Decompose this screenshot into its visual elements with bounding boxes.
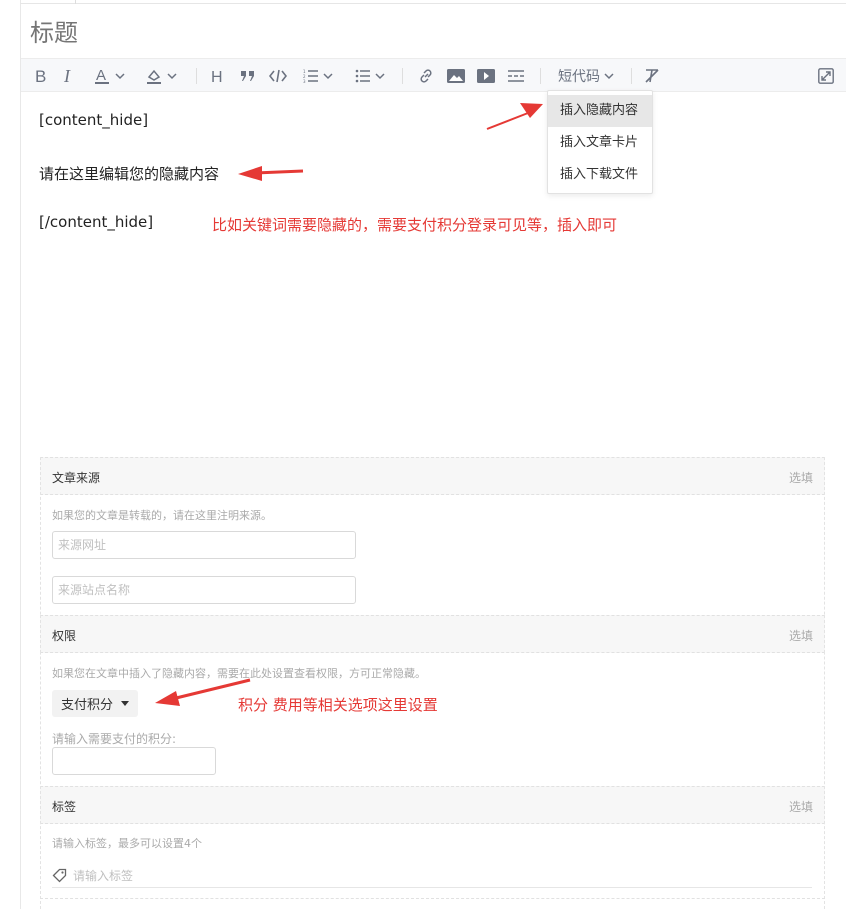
- svg-text:I: I: [63, 68, 71, 84]
- shortcode-dropdown-menu: 插入隐藏内容 插入文章卡片 插入下载文件: [547, 90, 653, 194]
- svg-text:H: H: [211, 69, 223, 84]
- video-icon[interactable]: [475, 65, 497, 87]
- source-site-name-input[interactable]: [52, 576, 356, 604]
- top-strip: [20, 0, 846, 4]
- points-input[interactable]: [52, 747, 216, 775]
- shortcode-dropdown-button[interactable]: 短代码: [553, 65, 619, 87]
- permission-section-header: 权限 选填: [40, 615, 825, 653]
- caret-down-icon: [121, 701, 130, 706]
- tags-section-header: 标签 选填: [40, 786, 825, 824]
- editor-content[interactable]: [content_hide] 请在这里编辑您的隐藏内容 [/content_hi…: [21, 93, 846, 453]
- permission-section-title: 权限: [52, 629, 77, 643]
- toolbar-divider: [402, 68, 403, 84]
- chevron-down-icon: [604, 73, 614, 80]
- ordered-list-icon[interactable]: 123: [297, 65, 339, 87]
- editor-toolbar: B I A H 123 短代码: [21, 58, 846, 92]
- tag-input[interactable]: [73, 868, 373, 883]
- tags-section-bottom-divider: [40, 898, 825, 899]
- shortcode-label: 短代码: [558, 69, 600, 85]
- tags-hint: 请输入标签，最多可以设置4个: [52, 837, 202, 850]
- font-color-icon[interactable]: A: [89, 65, 129, 87]
- top-strip-tick: [75, 0, 76, 4]
- italic-icon[interactable]: I: [59, 65, 79, 87]
- dropdown-item-insert-card[interactable]: 插入文章卡片: [548, 127, 652, 159]
- annotation-note-shortcode: 比如关键词需要隐藏的，需要支付积分登录可见等，插入即可: [212, 216, 618, 234]
- tags-optional-label: 选填: [788, 800, 813, 814]
- points-label: 请输入需要支付的积分:: [52, 732, 177, 746]
- fullscreen-icon[interactable]: [815, 65, 837, 87]
- code-icon[interactable]: [267, 65, 289, 87]
- toolbar-divider: [631, 68, 632, 84]
- source-section-header: 文章来源 选填: [40, 457, 825, 495]
- bullet-list-icon[interactable]: [349, 65, 391, 87]
- quote-icon[interactable]: [237, 65, 259, 87]
- svg-text:3: 3: [303, 79, 306, 83]
- permission-select[interactable]: 支付积分: [52, 690, 138, 717]
- permission-optional-label: 选填: [788, 629, 813, 643]
- dropdown-item-insert-download[interactable]: 插入下载文件: [548, 159, 652, 191]
- source-url-input[interactable]: [52, 531, 356, 559]
- permission-hint: 如果您在文章中插入了隐藏内容，需要在此处设置查看权限，方可正常隐藏。: [52, 667, 426, 680]
- toolbar-divider: [540, 68, 541, 84]
- clear-format-icon[interactable]: [641, 65, 663, 87]
- source-hint: 如果您的文章是转载的，请在这里注明来源。: [52, 509, 272, 522]
- chevron-down-icon: [167, 73, 177, 80]
- bold-icon[interactable]: B: [31, 65, 51, 87]
- editor-line-hidden-content[interactable]: 请在这里编辑您的隐藏内容: [39, 163, 219, 184]
- source-section-title: 文章来源: [52, 471, 101, 485]
- divider-icon[interactable]: [505, 65, 527, 87]
- toolbar-divider: [196, 68, 197, 84]
- tag-input-row: [52, 864, 812, 888]
- heading-icon[interactable]: H: [207, 65, 229, 87]
- tag-icon: [52, 868, 67, 883]
- highlight-icon[interactable]: [140, 65, 182, 87]
- chevron-down-icon: [375, 73, 385, 80]
- tags-section-title: 标签: [52, 800, 77, 814]
- svg-text:B: B: [35, 68, 46, 84]
- editor-line-open-tag[interactable]: [content_hide]: [39, 111, 148, 129]
- permission-select-value: 支付积分: [61, 698, 114, 713]
- image-icon[interactable]: [445, 65, 467, 87]
- chevron-down-icon: [323, 73, 333, 80]
- chevron-down-icon: [115, 73, 125, 80]
- link-icon[interactable]: [415, 65, 437, 87]
- svg-text:A: A: [96, 67, 106, 84]
- source-optional-label: 选填: [788, 471, 813, 485]
- title-input[interactable]: [21, 8, 846, 58]
- editor-line-close-tag[interactable]: [/content_hide]: [39, 213, 153, 231]
- dropdown-item-insert-hidden[interactable]: 插入隐藏内容: [548, 95, 652, 127]
